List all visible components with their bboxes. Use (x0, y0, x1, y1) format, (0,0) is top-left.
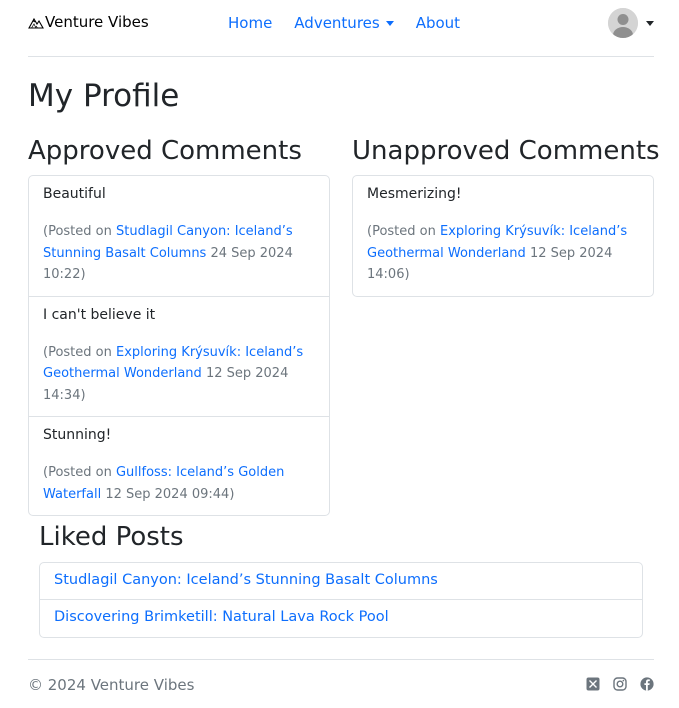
comment-text: Mesmerizing! (367, 186, 462, 202)
avatar (608, 8, 638, 38)
liked-posts-list: Studlagil Canyon: Iceland’s Stunning Bas… (39, 562, 643, 638)
user-menu-toggle[interactable] (608, 8, 654, 38)
facebook-icon[interactable] (640, 677, 654, 691)
page-title: My Profile (28, 78, 180, 114)
unapproved-comments-title: Unapproved Comments (352, 136, 660, 166)
comment-text: Stunning! (43, 427, 112, 443)
comment-meta: (Posted on Studlagil Canyon: Iceland’s S… (43, 221, 315, 286)
chevron-down-icon (385, 20, 394, 26)
posted-on-label: (Posted on (367, 224, 440, 239)
liked-post-link[interactable]: Studlagil Canyon: Iceland’s Stunning Bas… (54, 572, 438, 588)
nav-links: Home Adventures About (228, 14, 482, 32)
comment-meta: (Posted on Exploring Krýsuvík: Iceland’s… (43, 342, 315, 407)
footer: © 2024 Venture Vibes (28, 659, 654, 694)
liked-post-link[interactable]: Discovering Brimketill: Natural Lava Roc… (54, 609, 389, 625)
copyright: © 2024 Venture Vibes (28, 676, 195, 694)
list-item: Studlagil Canyon: Iceland’s Stunning Bas… (40, 563, 642, 600)
comment-text: Beautiful (43, 186, 106, 202)
comment-meta: (Posted on Gullfoss: Iceland’s Golden Wa… (43, 462, 315, 505)
posted-on-label: (Posted on (43, 465, 116, 480)
navbar: Venture Vibes Home Adventures About (28, 0, 654, 57)
instagram-icon[interactable] (613, 677, 627, 691)
comment-text: I can't believe it (43, 306, 156, 323)
approved-comments-list: Beautiful (Posted on Studlagil Canyon: I… (28, 175, 330, 516)
chevron-down-icon (646, 20, 654, 26)
posted-on-label: (Posted on (43, 344, 116, 360)
comment-item: Mesmerizing! (Posted on Exploring Krýsuv… (353, 176, 653, 296)
comment-date: 12 Sep 2024 09:44) (101, 486, 235, 502)
unapproved-comments-list: Mesmerizing! (Posted on Exploring Krýsuv… (352, 175, 654, 297)
comment-item: Stunning! (Posted on Gullfoss: Iceland’s… (29, 417, 329, 515)
nav-home[interactable]: Home (228, 14, 272, 32)
nav-adventures-label: Adventures (294, 14, 380, 32)
approved-comments-title: Approved Comments (28, 136, 302, 166)
user-avatar-icon (608, 8, 638, 38)
comment-item: Beautiful (Posted on Studlagil Canyon: I… (29, 176, 329, 297)
x-twitter-icon[interactable] (586, 677, 600, 691)
brand-name: Venture Vibes (45, 13, 149, 31)
brand-link[interactable]: Venture Vibes (28, 13, 149, 31)
social-links (573, 677, 654, 691)
nav-adventures-dropdown[interactable]: Adventures (294, 14, 394, 32)
mountain-icon (28, 17, 44, 29)
list-item: Discovering Brimketill: Natural Lava Roc… (40, 600, 642, 637)
liked-posts-title: Liked Posts (39, 522, 184, 552)
nav-about[interactable]: About (416, 14, 460, 32)
comment-meta: (Posted on Exploring Krýsuvík: Iceland’s… (367, 221, 639, 286)
comment-item: I can't believe it (Posted on Exploring … (29, 297, 329, 417)
posted-on-label: (Posted on (43, 224, 116, 239)
